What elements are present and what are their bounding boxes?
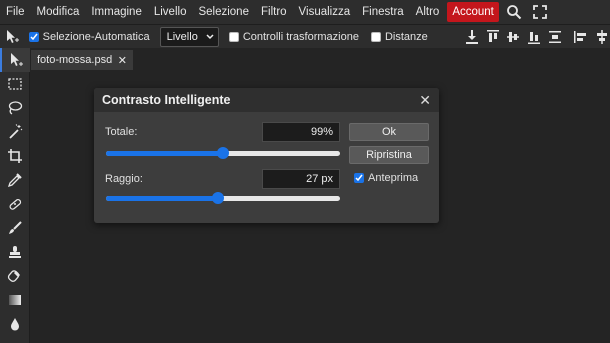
eyedropper-icon [7,173,22,188]
ok-button[interactable]: Ok [349,123,429,141]
dialog-title: Contrasto Intelligente [102,93,231,107]
crop-icon [8,149,22,163]
amount-slider-thumb[interactable] [217,147,229,159]
menu-modifica[interactable]: Modifica [31,2,86,22]
drop-icon [11,318,19,331]
layer-select[interactable]: Livello [159,26,219,47]
gradient-icon [9,295,21,305]
clone-stamp-tool[interactable] [0,240,30,264]
lasso-icon [8,101,23,115]
menu-visualizza[interactable]: Visualizza [293,2,357,22]
move-tool-icon [4,27,21,47]
dialog-header: Contrasto Intelligente ✕ [94,88,439,112]
marquee-icon [8,78,22,90]
eraser-tool[interactable] [0,264,30,288]
blur-tool[interactable] [0,312,30,336]
transform-controls-checkbox[interactable]: Controlli trasformazione [228,30,359,43]
transform-controls-label: Controlli trasformazione [242,30,359,43]
menu-altro[interactable]: Altro [410,2,446,22]
align-distribute-icon[interactable] [546,27,563,47]
radius-slider-thumb[interactable] [212,192,225,204]
preview-checkbox[interactable]: Anteprima [354,172,418,184]
amount-label: Totale: [105,126,138,138]
distances-box [370,31,381,42]
eraser-icon [7,270,21,282]
stamp-icon [9,246,21,258]
radius-slider[interactable] [106,192,340,204]
align-top-icon[interactable] [484,27,501,47]
bandage-icon [9,198,22,210]
distances-label: Distanze [384,30,428,43]
close-icon[interactable]: ✕ [118,54,127,67]
dialog-close-icon[interactable]: ✕ [419,93,431,107]
lasso-tool[interactable] [0,96,30,120]
move-arrow-icon [11,53,23,66]
menu-filtro[interactable]: Filtro [255,2,293,22]
radius-label: Raggio: [105,173,143,185]
transform-controls-box [228,31,239,42]
options-bar: Selezione-Automatica Livello Controlli t… [0,24,610,48]
left-toolbar [0,48,30,343]
menu-bar: File Modifica Immagine Livello Selezione… [0,0,610,24]
brush-icon [9,221,22,234]
layer-select-value: Livello [166,30,198,43]
auto-select-checkbox[interactable]: Selezione-Automatica [28,30,150,43]
menu-livello[interactable]: Livello [148,2,193,22]
gradient-tool[interactable] [0,288,30,312]
download-icon[interactable] [464,27,481,47]
menu-immagine[interactable]: Immagine [85,2,148,22]
menu-finestra[interactable]: Finestra [356,2,410,22]
auto-select-label: Selezione-Automatica [42,30,150,43]
smart-sharpen-dialog: Contrasto Intelligente ✕ Totale: 99% Rag… [94,88,439,223]
preview-label: Anteprima [368,172,419,184]
crop-tool[interactable] [0,144,30,168]
align-bottom-icon[interactable] [526,27,543,47]
eyedropper-tool[interactable] [0,168,30,192]
align-left-icon[interactable] [573,27,590,47]
brush-tool[interactable] [0,216,30,240]
document-tab[interactable]: foto-mossa.psd ✕ [31,50,133,70]
align-center-icon[interactable] [593,27,610,47]
account-button[interactable]: Account [447,2,499,22]
document-tab-name: foto-mossa.psd [37,54,113,66]
align-middle-icon[interactable] [505,27,522,47]
magic-wand-icon [9,124,23,139]
reset-button[interactable]: Ripristina [349,146,429,164]
fullscreen-icon[interactable] [529,2,551,22]
distances-checkbox[interactable]: Distanze [370,30,428,43]
chevron-down-icon [206,33,214,39]
auto-select-check-icon [28,31,39,42]
amount-input[interactable]: 99% [262,122,340,142]
menu-selezione[interactable]: Selezione [192,2,255,22]
radius-input[interactable]: 27 px [262,169,340,189]
marquee-tool[interactable] [0,72,30,96]
amount-slider[interactable] [106,147,340,159]
radius-slider-fill [106,196,219,201]
magic-wand-tool[interactable] [0,120,30,144]
amount-slider-fill [106,151,223,156]
menu-file[interactable]: File [0,2,31,22]
preview-check-icon [354,173,364,183]
move-tool[interactable] [0,48,30,72]
search-icon[interactable] [503,2,525,22]
healing-tool[interactable] [0,192,30,216]
